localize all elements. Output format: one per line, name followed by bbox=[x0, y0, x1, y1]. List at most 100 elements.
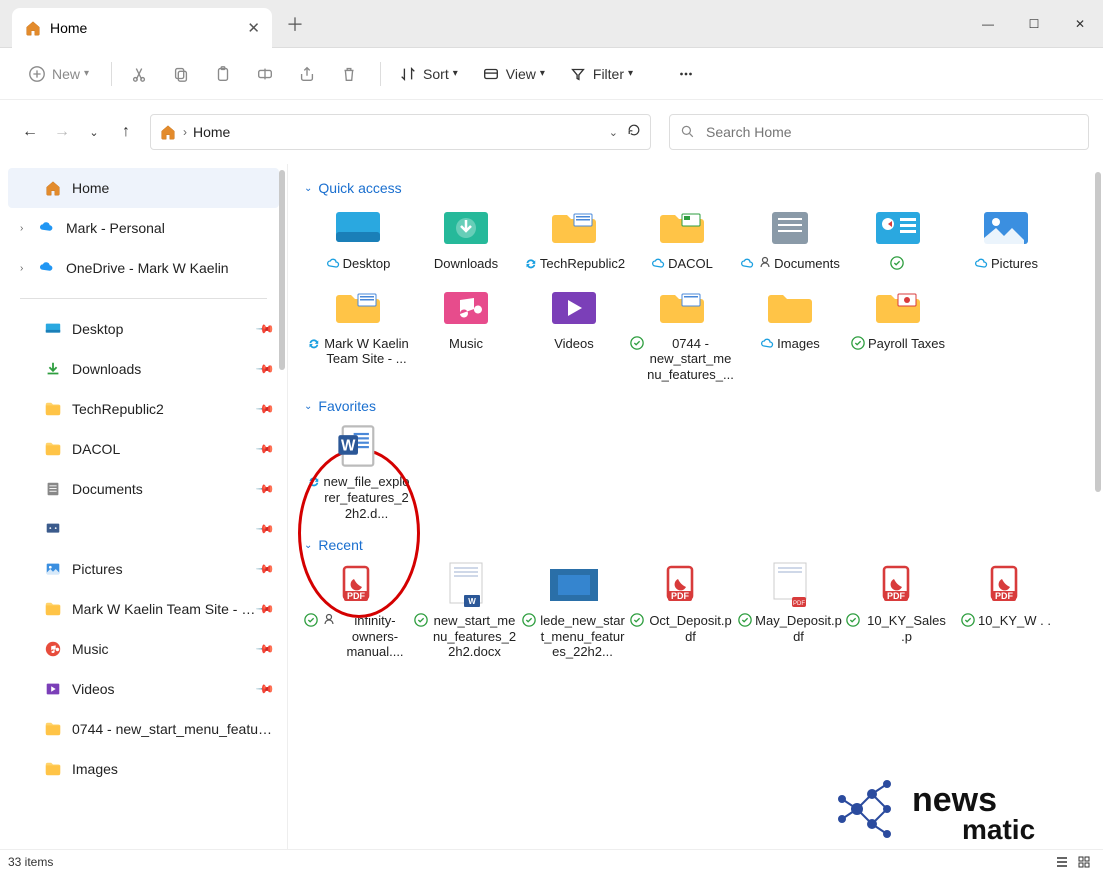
details-view-button[interactable] bbox=[1051, 853, 1073, 871]
sidebar-item-home[interactable]: Home bbox=[8, 168, 279, 208]
sidebar-item-techrepublic2[interactable]: TechRepublic2 📌 bbox=[0, 389, 287, 429]
new-button[interactable]: New▾ bbox=[18, 59, 99, 89]
item-markwkaelin-team[interactable]: Mark W Kaelin Team Site - ... bbox=[304, 284, 412, 383]
section-quick-access[interactable]: ⌄Quick access bbox=[304, 180, 1087, 196]
share-button[interactable] bbox=[288, 59, 326, 89]
item-downloads[interactable]: Downloads bbox=[412, 204, 520, 272]
folder-icon bbox=[654, 206, 710, 250]
sidebar-item-videos[interactable]: Videos 📌 bbox=[0, 669, 287, 709]
cloud-status-icon bbox=[651, 256, 665, 270]
filter-button[interactable]: Filter▾ bbox=[559, 59, 643, 89]
large-icons-view-button[interactable] bbox=[1073, 853, 1095, 871]
maximize-button[interactable]: ☐ bbox=[1011, 0, 1057, 48]
item-board[interactable] bbox=[844, 204, 952, 272]
tab-home[interactable]: Home ✕ bbox=[12, 8, 272, 48]
cloud-status-icon bbox=[760, 336, 774, 350]
item-desktop[interactable]: Desktop bbox=[304, 204, 412, 272]
cloud-icon bbox=[38, 259, 56, 277]
search-bar[interactable] bbox=[669, 114, 1089, 150]
item-infinity-owners-manual[interactable]: infinity-owners-manual.... bbox=[304, 561, 412, 660]
trash-icon bbox=[340, 65, 358, 83]
check-status-icon bbox=[890, 256, 904, 270]
item-10-ky-sales[interactable]: 10_KY_Sales .p bbox=[844, 561, 952, 660]
check-status-icon bbox=[630, 336, 644, 350]
up-button[interactable]: ↑ bbox=[112, 118, 140, 146]
paste-button[interactable] bbox=[204, 59, 242, 89]
more-button[interactable] bbox=[667, 59, 705, 89]
section-recent[interactable]: ⌄Recent bbox=[304, 537, 1087, 553]
chevron-right-icon[interactable]: › bbox=[20, 263, 32, 274]
folder-icon bbox=[654, 286, 710, 330]
share-icon bbox=[298, 65, 316, 83]
search-input[interactable] bbox=[704, 123, 1078, 141]
item-may-deposit[interactable]: PDF May_Deposit.pdf bbox=[736, 561, 844, 660]
copy-button[interactable] bbox=[162, 59, 200, 89]
sidebar-item-dacol[interactable]: DACOL 📌 bbox=[0, 429, 287, 469]
sidebar-item-0744[interactable]: 0744 - new_start_menu_features_2 bbox=[0, 709, 287, 749]
delete-button[interactable] bbox=[330, 59, 368, 89]
sidebar-item-downloads[interactable]: Downloads 📌 bbox=[0, 349, 287, 389]
item-lede-new-start-menu[interactable]: lede_new_start_menu_features_22h2... bbox=[520, 561, 628, 660]
item-0744[interactable]: 0744 - new_start_menu_features_... bbox=[628, 284, 736, 383]
sync-status-icon bbox=[306, 474, 320, 488]
folder-icon bbox=[44, 400, 62, 418]
list-icon bbox=[1055, 855, 1069, 869]
music-folder-icon bbox=[438, 286, 494, 330]
chevron-dropdown-icon[interactable]: ⌄ bbox=[609, 126, 618, 139]
item-techrepublic2[interactable]: TechRepublic2 bbox=[520, 204, 628, 272]
rename-button[interactable] bbox=[246, 59, 284, 89]
sidebar-item-mark-personal[interactable]: › Mark - Personal bbox=[0, 208, 287, 248]
pin-icon: 📌 bbox=[255, 679, 275, 699]
scrollbar-thumb[interactable] bbox=[1095, 172, 1101, 492]
scrollbar-thumb[interactable] bbox=[279, 170, 285, 370]
board-icon bbox=[44, 520, 62, 538]
sidebar-item-images[interactable]: Images bbox=[0, 749, 287, 789]
back-button[interactable]: ← bbox=[16, 118, 44, 146]
item-10-ky-w[interactable]: 10_KY_W . . bbox=[952, 561, 1060, 660]
sidebar-item-music[interactable]: Music 📌 bbox=[0, 629, 287, 669]
copy-icon bbox=[172, 65, 190, 83]
item-documents[interactable]: Documents bbox=[736, 204, 844, 272]
videos-icon bbox=[44, 680, 62, 698]
chevron-right-icon[interactable]: › bbox=[20, 223, 32, 234]
breadcrumb-home[interactable]: Home bbox=[193, 124, 230, 140]
sidebar: Home › Mark - Personal › OneDrive - Mark… bbox=[0, 164, 288, 849]
sidebar-item-markwkaelin-team[interactable]: Mark W Kaelin Team Site - Do 📌 bbox=[0, 589, 287, 629]
item-pictures[interactable]: Pictures bbox=[952, 204, 1060, 272]
sort-button[interactable]: Sort▾ bbox=[389, 59, 468, 89]
new-tab-button[interactable]: ＋ bbox=[286, 11, 304, 37]
forward-button[interactable]: → bbox=[48, 118, 76, 146]
view-button[interactable]: View▾ bbox=[472, 59, 555, 89]
sidebar-item-pictures[interactable]: Pictures 📌 bbox=[0, 549, 287, 589]
videos-folder-icon bbox=[546, 286, 602, 330]
check-status-icon bbox=[304, 613, 318, 627]
close-icon[interactable]: ✕ bbox=[247, 19, 260, 37]
section-favorites[interactable]: ⌄Favorites bbox=[304, 398, 1087, 414]
svg-text:W: W bbox=[468, 597, 476, 606]
item-dacol[interactable]: DACOL bbox=[628, 204, 736, 272]
sidebar-item-documents[interactable]: Documents 📌 bbox=[0, 469, 287, 509]
item-music[interactable]: Music bbox=[412, 284, 520, 383]
sidebar-item-desktop[interactable]: Desktop 📌 bbox=[0, 309, 287, 349]
item-videos[interactable]: Videos bbox=[520, 284, 628, 383]
address-bar[interactable]: › Home ⌄ bbox=[150, 114, 651, 150]
refresh-button[interactable] bbox=[626, 122, 642, 143]
cloud-status-icon bbox=[974, 256, 988, 270]
search-icon bbox=[680, 124, 696, 140]
recent-locations-button[interactable]: ⌄ bbox=[80, 118, 108, 146]
cut-button[interactable] bbox=[120, 59, 158, 89]
close-window-button[interactable]: ✕ bbox=[1057, 0, 1103, 48]
item-new-start-menu-docx[interactable]: W new_start_menu_features_22h2.docx bbox=[412, 561, 520, 660]
sidebar-item-onedrive[interactable]: › OneDrive - Mark W Kaelin bbox=[0, 248, 287, 288]
check-status-icon bbox=[522, 613, 536, 627]
item-payroll-taxes[interactable]: Payroll Taxes bbox=[844, 284, 952, 383]
sidebar-item-board[interactable]: 📌 bbox=[0, 509, 287, 549]
home-icon bbox=[44, 179, 62, 197]
item-images[interactable]: Images bbox=[736, 284, 844, 383]
minimize-button[interactable]: — bbox=[965, 0, 1011, 48]
item-new-file-explorer-features[interactable]: new_file_explorer_features_22h2.d... bbox=[304, 422, 412, 521]
item-oct-deposit[interactable]: Oct_Deposit.pdf bbox=[628, 561, 736, 660]
pin-icon: 📌 bbox=[255, 439, 275, 459]
pdf-thumb-icon: PDF bbox=[770, 561, 810, 609]
tab-title: Home bbox=[50, 20, 87, 36]
